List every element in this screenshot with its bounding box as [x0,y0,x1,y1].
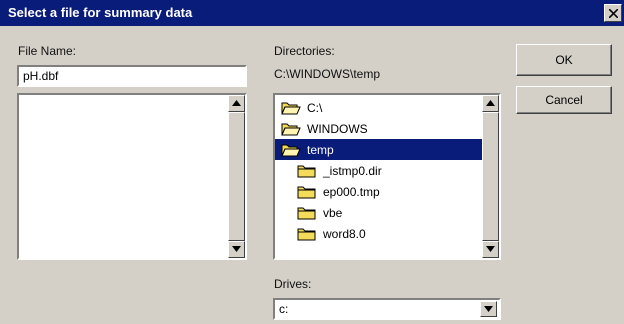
file-name-input[interactable]: pH.dbf [17,65,247,87]
directory-item-label: WINDOWS [307,121,368,136]
file-name-value: pH.dbf [23,69,59,83]
folder-icon [297,207,316,220]
directory-item[interactable]: WINDOWS [281,118,368,139]
file-list-scroll-up-button[interactable] [228,95,245,112]
directory-item[interactable]: C:\ [281,97,322,118]
dialog-title: Select a file for summary data [8,5,193,20]
directory-item-label: ep000.tmp [323,184,380,199]
directory-scrollbar[interactable] [482,95,499,258]
directory-item[interactable]: _istmp0.dir [297,160,382,181]
chevron-down-icon [484,306,493,312]
directory-scroll-thumb[interactable] [482,112,499,241]
directory-scroll-down-button[interactable] [482,241,499,258]
folder-icon [297,228,316,241]
close-button[interactable] [604,4,622,22]
directory-item[interactable]: temp [275,139,482,160]
file-list-scroll-thumb[interactable] [228,112,245,241]
current-path: C:\WINDOWS\temp [274,67,381,81]
open-folder-icon [281,102,301,115]
drives-dropdown-button[interactable] [480,301,497,317]
cancel-button-label: Cancel [545,93,583,107]
directories-label: Directories: [274,44,335,58]
close-icon [609,9,618,18]
drive-value: c: [279,302,289,316]
directory-item-label: _istmp0.dir [323,163,382,178]
file-list-scroll-down-button[interactable] [228,241,245,258]
directory-item[interactable]: word8.0 [297,223,366,244]
open-folder-icon [281,123,301,136]
directory-item-label: word8.0 [323,226,366,241]
arrow-down-icon [232,246,241,252]
file-select-dialog: Select a file for summary data File Name… [0,0,624,324]
title-bar[interactable]: Select a file for summary data [0,0,624,26]
directory-item-label: C:\ [307,100,323,115]
open-folder-icon [281,144,301,157]
directory-item[interactable]: vbe [297,202,342,223]
directory-scroll-up-button[interactable] [482,95,499,112]
ok-button-label: OK [555,53,573,67]
ok-button[interactable]: OK [516,44,612,76]
arrow-down-icon [486,246,495,252]
file-list[interactable] [17,93,247,260]
cancel-button[interactable]: Cancel [516,86,612,114]
drives-select[interactable]: c: [273,298,501,320]
directory-item-label: vbe [323,205,343,220]
file-list-scrollbar[interactable] [228,95,245,258]
directory-item[interactable]: ep000.tmp [297,181,380,202]
directory-item-label: temp [307,142,334,157]
drives-label: Drives: [274,277,312,291]
arrow-up-icon [232,100,241,106]
folder-icon [297,186,316,199]
directory-list[interactable]: C:\ WINDOWS temp _istmp0.dir ep000.tmp vbe wor… [273,93,501,260]
folder-icon [297,165,316,178]
arrow-up-icon [486,100,495,106]
file-name-label: File Name: [18,44,77,58]
